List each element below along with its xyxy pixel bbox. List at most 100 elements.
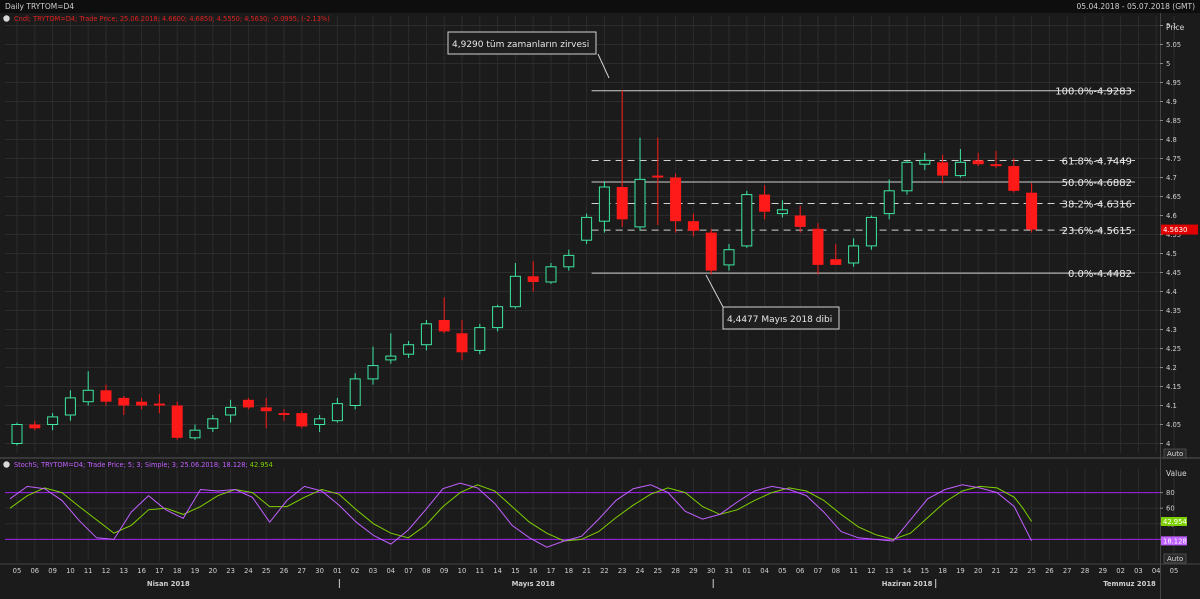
price-tick-label: 4.4 (1166, 288, 1177, 296)
time-tick-label: 08 (422, 567, 431, 575)
candle-up (901, 161, 913, 192)
candle-down (794, 215, 806, 227)
time-tick-label: 04 (386, 567, 395, 575)
candle-down (527, 276, 539, 282)
time-tick-label: 11 (475, 567, 484, 575)
price-tick-label: 4.9 (1166, 98, 1177, 106)
candle-down (1008, 166, 1020, 191)
price-auto-button[interactable]: Auto (1163, 448, 1187, 459)
time-tick-label: 20 (208, 567, 217, 575)
price-tick-label: 4.1 (1166, 402, 1177, 410)
price-tick-label: 4.25 (1166, 345, 1181, 353)
candle-up (954, 161, 966, 177)
time-tick-label: 29 (1098, 567, 1107, 575)
fib-level-label: 100.0%-4.9283 (1055, 87, 1132, 98)
price-tick-label: 5 (1166, 60, 1170, 68)
candle-down (29, 424, 41, 429)
price-tick-label: 4 (1166, 440, 1170, 448)
time-tick-label: 31 (725, 567, 734, 575)
time-tick-label: 29 (689, 567, 698, 575)
chart-canvas[interactable]: Cndl; TRYTOM=D4; Trade Price; 25.06.2018… (0, 13, 1200, 599)
time-tick-label: 21 (992, 567, 1001, 575)
candle-up (848, 245, 860, 264)
time-tick-label: 14 (903, 567, 912, 575)
stoch-auto-label: Auto (1167, 555, 1183, 563)
candle-down (652, 175, 664, 178)
time-tick-label: 01 (742, 567, 751, 575)
candle-up (581, 216, 593, 241)
window-title: Daily TRYTOM=D4 (5, 2, 75, 11)
candle-down (118, 397, 130, 406)
time-tick-label: 15 (920, 567, 929, 575)
candle-up (509, 275, 521, 308)
time-tick-label: 01 (333, 567, 342, 575)
candle-down (830, 259, 842, 265)
candle-down (100, 390, 112, 402)
annotation-top-text: 4,9290 tüm zamanların zirvesi (452, 40, 589, 50)
time-tick-label: 30 (315, 567, 324, 575)
stoch-d-value: 42.954 (1163, 518, 1187, 526)
month-label: Mayıs 2018 (512, 580, 556, 588)
price-tick-label: 4.95 (1166, 79, 1181, 87)
time-tick-label: 11 (84, 567, 93, 575)
time-tick-label: 02 (1116, 567, 1125, 575)
candle-up (189, 429, 201, 439)
candle-up (82, 389, 94, 403)
stoch-d-badge: 42.954 (1161, 516, 1187, 526)
last-price-value: 4.5630 (1163, 226, 1188, 234)
time-tick-label: 30 (707, 567, 716, 575)
price-auto-label: Auto (1167, 450, 1183, 458)
time-tick-label: 25 (1027, 567, 1036, 575)
time-tick-label: 18 (173, 567, 182, 575)
price-tick-label: 4.45 (1166, 269, 1181, 277)
time-tick-label: 15 (511, 567, 520, 575)
candle-up (367, 365, 379, 380)
candle-down (136, 401, 148, 406)
candle-up (634, 178, 646, 228)
time-tick-label: 06 (796, 567, 805, 575)
month-label: Nisan 2018 (147, 580, 190, 588)
candle-up (545, 266, 557, 283)
time-tick-label: 28 (1081, 567, 1090, 575)
chart-window: Daily TRYTOM=D4 05.04.2018 - 05.07.2018 … (0, 0, 1200, 599)
date-range: 05.04.2018 - 05.07.2018 (GMT) (1076, 2, 1195, 11)
time-tick-label: 10 (458, 567, 467, 575)
candle-up (723, 249, 735, 266)
time-tick-label: 16 (529, 567, 538, 575)
time-tick-label: 03 (369, 567, 378, 575)
indicator-icon[interactable] (3, 461, 10, 468)
candle-up (776, 209, 788, 215)
time-tick-label: 02 (351, 567, 360, 575)
candle-up (865, 216, 877, 247)
stoch-tick-label: 80 (1166, 489, 1175, 497)
candle-up (492, 306, 504, 329)
stoch-legend-prefix: StochS; TRYTOM=D4; Trade Price; 5; 3; Si… (14, 461, 222, 469)
fib-level-label: 50.0%-4.6882 (1062, 178, 1132, 189)
price-tick-label: 4.8 (1166, 136, 1177, 144)
candle-up (47, 416, 59, 425)
time-tick-label: 11 (849, 567, 858, 575)
time-tick-label: 23 (226, 567, 235, 575)
stoch-tick-label: 60 (1166, 505, 1175, 513)
time-tick-label: 22 (600, 567, 609, 575)
time-tick-label: 10 (66, 567, 75, 575)
candle-down (242, 399, 254, 408)
time-tick-label: 06 (30, 567, 39, 575)
price-tick-label: 4.5 (1166, 250, 1177, 258)
fib-level-label: 38.2%-4.6316 (1062, 199, 1132, 210)
stoch-legend-k: 18.128 (222, 461, 245, 469)
candle-down (616, 187, 628, 220)
candle-down (260, 407, 272, 412)
time-tick-label: 09 (440, 567, 449, 575)
stoch-auto-button[interactable]: Auto (1163, 553, 1187, 564)
indicator-icon[interactable] (3, 15, 10, 22)
stoch-axis-title: Value (1166, 469, 1187, 478)
candle-up (403, 344, 415, 355)
time-tick-label: 07 (404, 567, 413, 575)
time-tick-label: 19 (191, 567, 200, 575)
time-tick-label: 13 (119, 567, 128, 575)
price-tick-label: 5.1 (1166, 22, 1177, 30)
time-tick-label: 12 (102, 567, 111, 575)
price-tick-label: 4.6 (1166, 212, 1177, 220)
candle-down (937, 162, 949, 176)
